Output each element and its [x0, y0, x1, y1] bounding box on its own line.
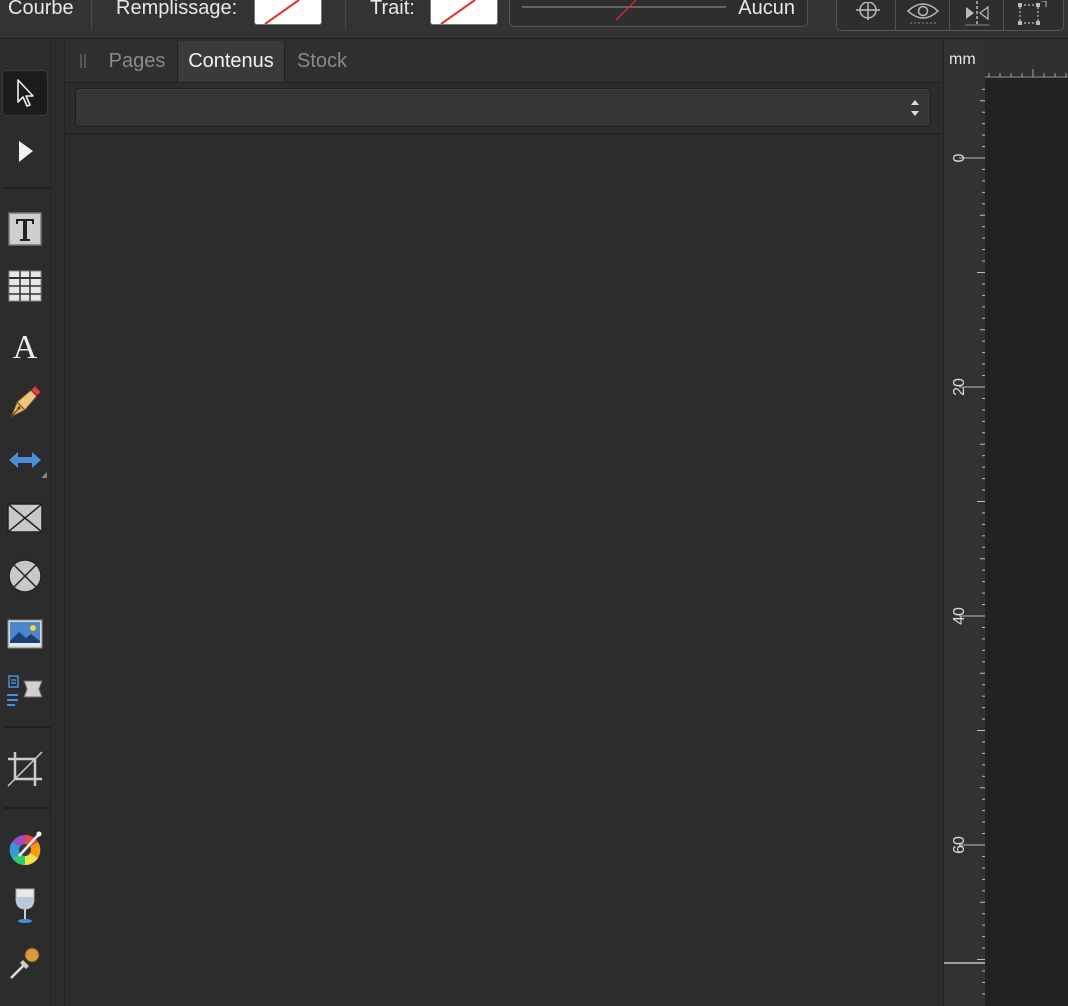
table-tool-button[interactable] — [0, 263, 50, 309]
transform-box-button[interactable] — [1004, 0, 1058, 30]
measure-tool-icon — [9, 452, 47, 478]
measure-tool-button[interactable] — [0, 437, 50, 483]
preview-button[interactable] — [896, 0, 950, 30]
tools-panel: A — [0, 39, 51, 1006]
text-flow-tool-button[interactable] — [0, 669, 50, 715]
stroke-swatch[interactable] — [430, 0, 498, 25]
pen-tool-button[interactable] — [0, 379, 50, 425]
eyedropper-tool-icon — [10, 947, 40, 979]
contents-filter-select[interactable] — [75, 88, 931, 127]
ruler-label: 0 — [951, 153, 968, 162]
ellipse-frame-tool-button[interactable] — [0, 553, 50, 599]
svg-text:A: A — [13, 329, 38, 361]
panel-tab-bar: Pages Contenus Stock — [65, 41, 941, 83]
tools-divider — [4, 187, 50, 189]
color-picker-tool-icon — [9, 831, 42, 866]
panel-grip-icon[interactable] — [80, 54, 86, 68]
crop-tool-icon — [7, 751, 43, 787]
artistic-text-tool-button[interactable]: A — [0, 322, 50, 368]
preview-eye-icon — [906, 3, 940, 24]
eyedropper-tool-button[interactable] — [0, 940, 50, 986]
stroke-preview-icon — [522, 0, 726, 21]
frame-text-tool-button[interactable] — [0, 206, 50, 252]
context-toolbar: Courbe Remplissage: Trait: Aucun — [0, 0, 1068, 39]
fill-label: Remplissage: — [116, 0, 238, 19]
ruler-label: 60 — [951, 836, 968, 854]
artistic-text-tool-icon: A — [13, 329, 38, 361]
pen-tool-icon — [10, 385, 42, 419]
stroke-style-value: Aucun — [738, 0, 795, 19]
stroke-style-selector[interactable]: Aucun — [509, 0, 808, 27]
transparency-tool-button[interactable] — [0, 883, 50, 929]
vertical-ruler[interactable]: mm 0 20 40 60 — [943, 39, 986, 1006]
ellipse-frame-tool-icon — [8, 559, 42, 593]
tools-divider — [4, 726, 50, 728]
node-tool-icon — [19, 141, 33, 162]
node-tool-button[interactable] — [0, 129, 50, 175]
document-canvas[interactable] — [985, 78, 1068, 1006]
snap-target-icon — [856, 2, 880, 20]
ruler-label: 20 — [951, 378, 968, 396]
stroke-label: Trait: — [370, 0, 415, 19]
chevron-updown-icon — [911, 100, 919, 116]
tab-stock[interactable]: Stock — [287, 41, 357, 82]
tab-contenus[interactable]: Contenus — [177, 41, 285, 82]
transparency-tool-icon — [15, 888, 35, 923]
snap-target-button[interactable] — [841, 0, 895, 30]
crop-tool-button[interactable] — [0, 746, 50, 792]
transform-box-icon — [1018, 1, 1047, 25]
rectangle-frame-tool-button[interactable] — [0, 495, 50, 541]
ruler-scale: 0 20 40 60 — [944, 88, 985, 995]
toolbar-divider — [91, 0, 92, 30]
toolbar-divider — [345, 0, 346, 30]
tools-divider — [4, 807, 50, 809]
context-label: Courbe — [8, 0, 74, 19]
move-tool-button[interactable] — [0, 70, 50, 116]
horizontal-ruler-corner — [985, 39, 1068, 78]
place-image-tool-button[interactable] — [0, 611, 50, 657]
panel-divider — [65, 133, 941, 135]
table-tool-icon — [8, 270, 42, 302]
text-flow-tool-icon — [7, 675, 43, 706]
flip-horizontal-button[interactable] — [950, 0, 1004, 30]
flip-horizontal-icon — [965, 1, 989, 26]
tab-pages[interactable]: Pages — [99, 41, 175, 82]
rectangle-frame-tool-icon — [7, 503, 43, 533]
studio-panel: Pages Contenus Stock — [64, 39, 941, 1006]
place-image-tool-icon — [7, 619, 43, 649]
view-controls-group — [836, 0, 1064, 31]
move-tool-icon — [17, 79, 34, 107]
color-picker-tool-button[interactable] — [0, 825, 50, 871]
frame-text-tool-icon — [8, 212, 42, 246]
ruler-label: 40 — [951, 607, 968, 625]
fill-swatch[interactable] — [254, 0, 322, 25]
